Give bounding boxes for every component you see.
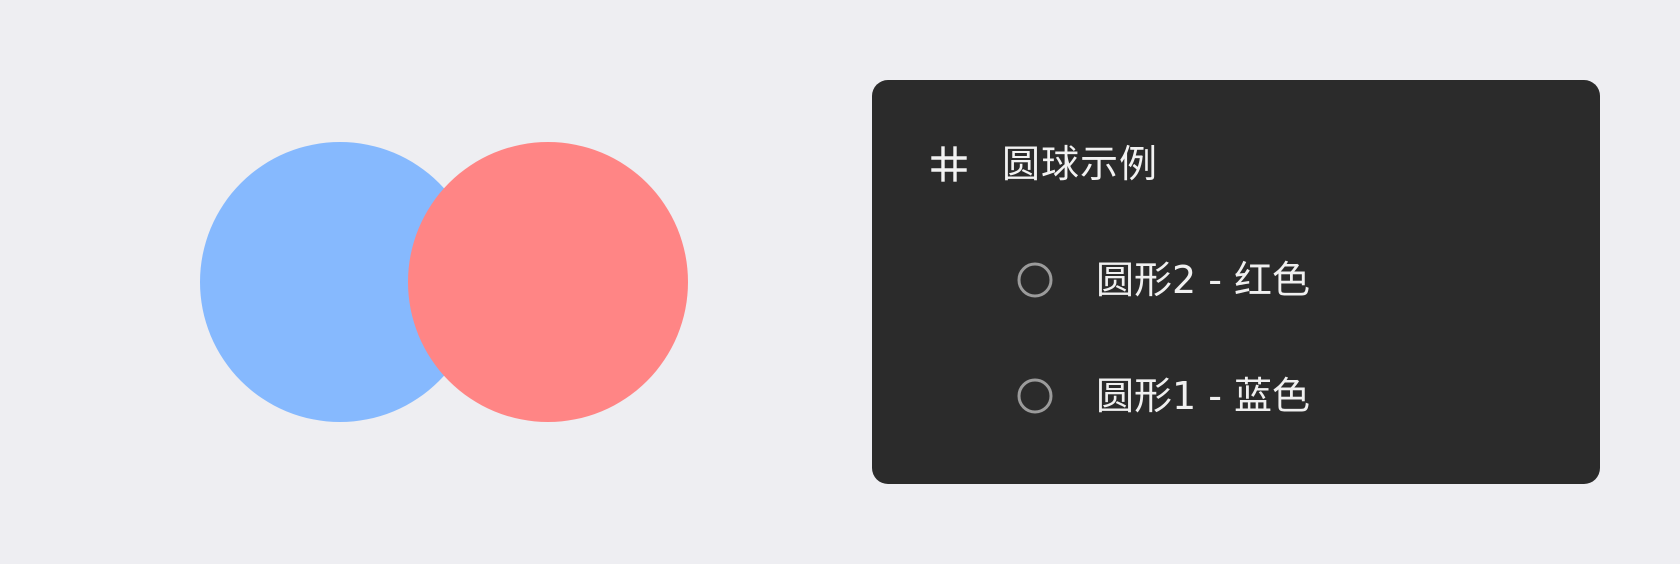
layer-item-red-circle[interactable]: 圆形2 - 红色 <box>1016 256 1310 304</box>
layer-item-label: 圆形2 - 红色 <box>1096 258 1311 302</box>
layer-item-blue-circle[interactable]: 圆形1 - 蓝色 <box>1016 372 1310 420</box>
circle-outline-icon <box>1016 377 1054 415</box>
layers-panel: 圆球示例 圆形2 - 红色 圆形1 - 蓝色 <box>872 80 1600 484</box>
frame-hash-icon <box>928 143 970 185</box>
design-canvas[interactable] <box>0 0 760 564</box>
layer-group-label: 圆球示例 <box>1002 142 1159 186</box>
circle-outline-icon <box>1016 261 1054 299</box>
red-circle-shape[interactable] <box>408 142 688 422</box>
layer-item-label: 圆形1 - 蓝色 <box>1096 374 1311 418</box>
layer-group-row[interactable]: 圆球示例 <box>928 140 1158 188</box>
